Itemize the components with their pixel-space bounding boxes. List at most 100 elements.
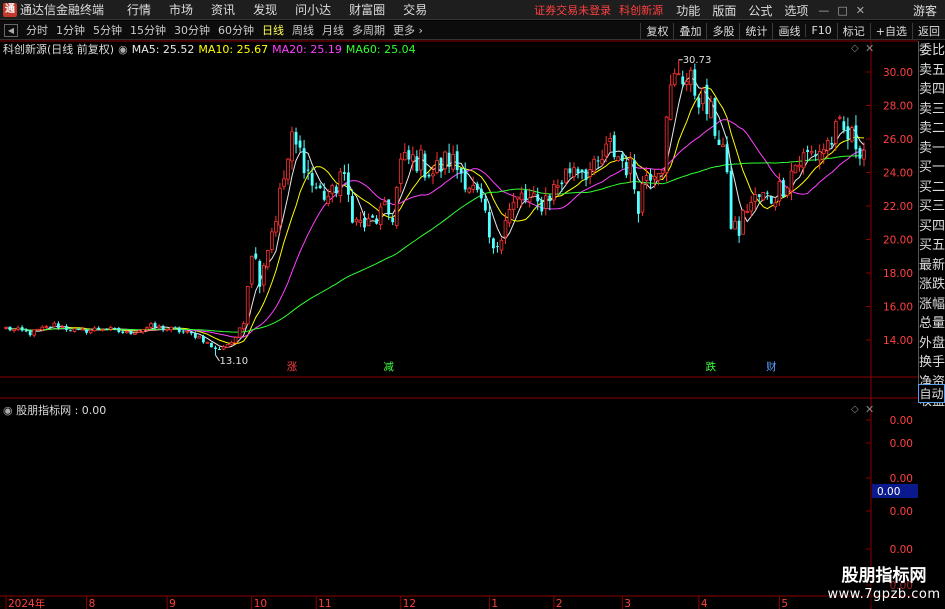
candle-body [398,158,403,184]
chart-close-icon[interactable]: ✕ [865,42,874,55]
panel-sell5[interactable]: 卖五 [919,61,945,81]
price-tick-label: 26.00 [883,134,913,146]
candle-body [363,218,366,228]
panel-buy2[interactable]: 买二 [919,178,945,198]
candle-body [693,69,697,96]
candle-body [471,184,476,190]
candle-body [705,84,709,115]
watermark: 股朋指标网 www.7gpzb.com [826,566,942,606]
candle-body [749,202,754,212]
candle-body [761,192,766,201]
legend-toggle-icon[interactable]: ◉ [118,43,128,56]
candle-body [24,330,28,332]
candle-body [552,184,556,201]
candle-body [511,201,516,211]
sub-chart-legend: ◉ 股朋指标网 : 0.00 [3,402,106,418]
candle-body [463,169,467,190]
candle-body [193,333,197,338]
chart-settings-icon[interactable]: ◇ [851,43,859,54]
panel-weibi[interactable]: 委比 [919,41,945,61]
candle-body [701,88,705,105]
sub-tick-label: 0.00 [890,544,913,556]
candle-body [330,185,335,194]
candle-body [387,199,391,215]
candle-body [415,156,419,172]
candle-body [483,198,487,211]
panel-turnover[interactable]: 换手 [919,353,945,373]
candle-body [443,151,447,170]
candle-body [40,326,45,331]
sub-close-icon[interactable]: ✕ [865,403,874,416]
watermark-url: www.7gpzb.com [827,587,941,602]
high-price-label: 30.73 [683,55,712,66]
candle-body [543,195,548,209]
candle-body [688,69,693,86]
panel-buy1[interactable]: 买一 [919,158,945,178]
price-tick-label: 16.00 [883,302,913,314]
candle-body [411,154,415,162]
candle-body [668,84,673,120]
sub-settings-icon[interactable]: ◇ [851,404,859,415]
candle-body [451,154,455,170]
panel-outer[interactable]: 外盘 [919,334,945,354]
candle-body [821,148,826,154]
auto-button[interactable]: 自动 [918,384,945,403]
candle-body [298,140,302,148]
candle-body [342,172,346,174]
candle-body [225,344,230,348]
candle-body [125,331,129,334]
candle-body [729,170,733,229]
watermark-title: 股朋指标网 [841,566,927,586]
candle-body [632,160,636,190]
panel-latest[interactable]: 最新 [919,256,945,276]
panel-change-pct[interactable]: 涨幅 [919,295,945,315]
event-marker: 跌 [706,360,717,373]
candle-body [814,154,818,157]
candle-body [108,327,113,330]
panel-buy3[interactable]: 买三 [919,197,945,217]
candle-body [375,218,379,224]
candle-body [519,192,524,201]
candle-body [672,72,677,86]
candle-body [637,191,640,214]
candle-body [310,173,314,186]
candle-body [185,330,190,333]
panel-sell1[interactable]: 卖一 [919,139,945,159]
sub-tick-label: 0.00 [890,438,913,450]
candle-body [640,183,645,213]
candle-body [773,202,778,208]
candle-body [588,169,592,177]
panel-change[interactable]: 涨跌 [919,275,945,295]
candle-body [48,326,52,328]
candle-body [479,188,483,199]
sub-toggle-icon[interactable]: ◉ [3,404,13,417]
chart-canvas[interactable]: 30.73 13.10 30.0028.0026.0024.0022.0020.… [0,0,945,609]
candle-body [572,167,576,177]
panel-volume[interactable]: 总量 [919,314,945,334]
candle-body [825,140,830,151]
candle-body [237,327,242,338]
candle-body [842,121,846,131]
candle-body [568,168,572,174]
candle-body [753,194,758,202]
panel-sell3[interactable]: 卖三 [919,100,945,120]
candle-body [157,325,161,329]
candle-body [584,169,588,180]
candle-body [371,215,374,218]
panel-buy4[interactable]: 买四 [919,217,945,237]
candle-body [8,326,12,331]
ma5-label: MA5: 25.52 [131,42,195,56]
candle-body [531,192,536,197]
candle-body [427,174,431,177]
candle-body [88,329,93,334]
candle-body [181,331,185,333]
panel-sell2[interactable]: 卖二 [919,119,945,139]
candle-body [830,142,834,145]
price-tick-label: 30.00 [883,67,913,79]
candle-body [697,97,701,108]
panel-buy5[interactable]: 买五 [919,236,945,256]
candle-body [423,153,427,178]
candle-body [100,329,105,331]
candle-body [499,239,504,251]
panel-sell4[interactable]: 卖四 [919,80,945,100]
